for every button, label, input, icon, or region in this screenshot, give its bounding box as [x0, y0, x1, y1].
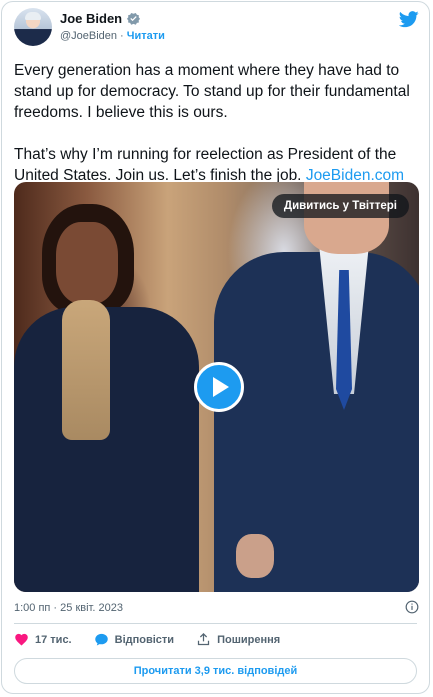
avatar[interactable]	[14, 8, 52, 46]
tweet-card: Joe Biden @JoeBiden · Читати Every generat…	[1, 1, 430, 694]
reply-bubble-icon	[94, 633, 108, 646]
author-name-row: Joe Biden	[60, 11, 141, 26]
tweet-text: Every generation has a moment where they…	[14, 60, 419, 186]
author-name[interactable]: Joe Biden	[60, 11, 122, 26]
play-button-icon[interactable]	[194, 362, 244, 412]
read-replies-button[interactable]: Прочитати 3,9 тис. відповідей	[14, 658, 417, 684]
photo-region-left-face	[56, 222, 118, 304]
author-handle[interactable]: @JoeBiden	[60, 30, 117, 42]
share-button[interactable]: Поширення	[196, 632, 280, 647]
follow-link[interactable]: Читати	[127, 30, 165, 42]
like-button[interactable]: 17 тис.	[14, 632, 72, 647]
author-handle-row: @JoeBiden · Читати	[60, 30, 165, 42]
share-label: Поширення	[217, 633, 281, 646]
twitter-bird-icon[interactable]	[399, 11, 419, 28]
verified-badge-icon	[127, 12, 141, 25]
tweet-body: Every generation has a moment where they…	[14, 62, 410, 184]
heart-icon	[15, 633, 28, 646]
reply-label: Відповісти	[114, 633, 175, 646]
tweet-timestamp[interactable]: 1:00 пп · 25 квіт. 2023	[14, 602, 123, 614]
tweet-actions: 17 тис. Відповісти Поширення	[14, 632, 280, 647]
photo-region-left-scarf	[62, 300, 110, 440]
like-count: 17 тис.	[35, 633, 72, 646]
video-media[interactable]: Дивитись у Твіттері	[14, 182, 419, 592]
reply-button[interactable]: Відповісти	[94, 632, 174, 647]
watch-on-twitter-button[interactable]: Дивитись у Твіттері	[271, 194, 409, 218]
photo-region-right-face	[304, 182, 389, 254]
photo-region-right-hand	[236, 534, 274, 578]
separator-dot: ·	[120, 30, 124, 42]
divider	[14, 623, 417, 624]
info-icon[interactable]	[405, 600, 419, 614]
share-icon	[197, 632, 210, 646]
